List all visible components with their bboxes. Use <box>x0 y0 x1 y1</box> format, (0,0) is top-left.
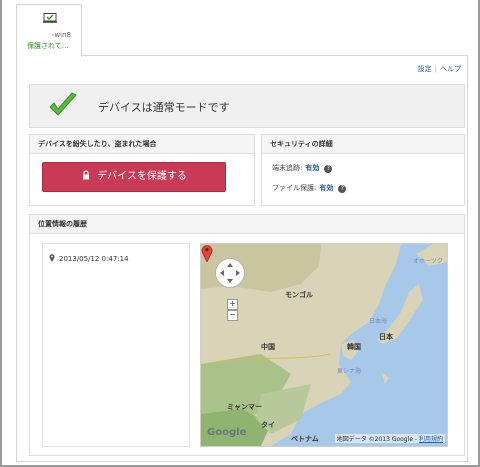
help-icon[interactable]: ? <box>338 185 347 193</box>
file-protection-row: ファイル保護: 有効? <box>272 183 347 193</box>
file-protection-value: 有効 <box>319 184 334 192</box>
lost-device-section: デバイスを紛失したり、盗まれた場合 デバイスを保護する <box>29 134 255 206</box>
laptop-check-icon <box>43 13 57 23</box>
location-timestamp: 2013/05/12 0:47:14 <box>59 255 129 263</box>
location-map[interactable]: モンゴル 中国 韓国 日本海 日本 オホーツク 東シナ海 ミャンマー タイ ベト… <box>200 243 448 447</box>
map-credit-text: 地図データ ©2013 Google - <box>336 436 418 443</box>
green-check-icon <box>49 92 77 116</box>
map-credit: 地図データ ©2013 Google - 利用規約 <box>334 434 445 443</box>
map-pan-control[interactable] <box>215 258 245 288</box>
top-links: 設定 | ヘルプ <box>418 64 461 74</box>
map-terms-link[interactable]: 利用規約 <box>419 436 443 443</box>
map-label-east-china-sea: 東シナ海 <box>337 368 362 375</box>
help-link[interactable]: ヘルプ <box>440 65 461 73</box>
window-frame-left <box>0 0 2 467</box>
settings-link[interactable]: 設定 <box>418 65 432 73</box>
map-label-china: 中国 <box>261 343 275 351</box>
google-logo: Google <box>207 427 247 438</box>
protect-device-button[interactable]: デバイスを保護する <box>42 162 226 192</box>
status-text: デバイスは通常モードです <box>98 101 230 114</box>
device-tab[interactable]: -win8 保護されて… <box>16 4 82 57</box>
map-label-japan-sea: 日本海 <box>369 318 388 325</box>
pan-arrows-icon <box>220 263 240 283</box>
map-label-okhotsk: オホーツク <box>413 258 443 265</box>
location-history-list: 2013/05/12 0:47:14 <box>42 243 190 447</box>
tracking-label: 端末追跡: <box>272 164 303 172</box>
map-label-korea: 韓国 <box>347 343 361 351</box>
map-marker-icon[interactable] <box>201 244 213 262</box>
file-protection-label: ファイル保護: <box>272 184 317 192</box>
device-status: 保護されて… <box>27 42 69 50</box>
location-history-title: 位置情報の履歴 <box>30 215 464 234</box>
zoom-in-button[interactable]: + <box>227 299 238 310</box>
device-name: -win8 <box>51 31 71 39</box>
map-label-japan: 日本 <box>379 333 393 341</box>
zoom-out-button[interactable]: − <box>227 310 238 321</box>
security-details-section: セキュリティの詳細 端末追跡: 有効? ファイル保護: 有効? <box>261 134 465 206</box>
location-history-section: 位置情報の履歴 2013/05/12 0:47:14 モンゴル 中国 韓国 日本… <box>29 214 465 456</box>
tracking-row: 端末追跡: 有効? <box>272 163 333 173</box>
map-label-myanmar: ミャンマー <box>227 403 262 411</box>
link-separator: | <box>434 65 437 73</box>
device-panel: 設定 | ヘルプ デバイスは通常モードです デバイスを紛失したり、盗まれた場合 デバ… <box>16 55 468 462</box>
status-bar: デバイスは通常モードです <box>29 84 465 128</box>
security-details-title: セキュリティの詳細 <box>262 135 464 154</box>
lock-icon <box>83 170 90 180</box>
tracking-value: 有効 <box>305 164 320 172</box>
map-label-mongolia: モンゴル <box>285 291 313 299</box>
help-icon[interactable]: ? <box>324 165 333 173</box>
list-item[interactable]: 2013/05/12 0:47:14 <box>49 254 129 263</box>
lost-device-title: デバイスを紛失したり、盗まれた場合 <box>30 135 254 154</box>
map-label-vietnam: ベトナム <box>291 435 319 443</box>
protect-device-label: デバイスを保護する <box>97 171 187 182</box>
map-label-thailand: タイ <box>261 421 275 429</box>
location-pin-icon <box>49 254 55 262</box>
